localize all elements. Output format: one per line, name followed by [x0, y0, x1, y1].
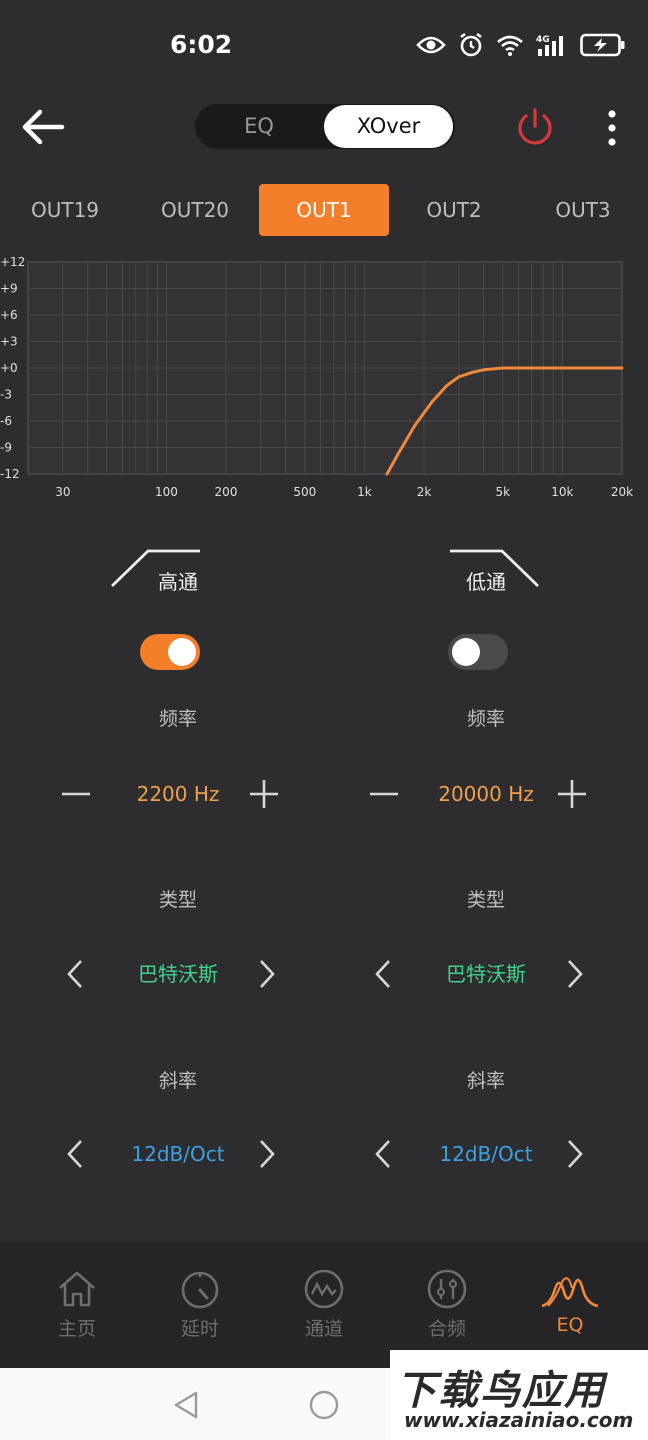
highpass-panel: 高通 频率 2200 Hz 类型 巴特沃斯 斜率 12dB/Oct — [16, 540, 340, 1180]
chart-x-tick-label: 1k — [357, 485, 372, 499]
chart-x-tick-label: 5k — [495, 485, 510, 499]
lowpass-slope-label: 斜率 — [466, 1070, 505, 1092]
lowpass-toggle-knob — [452, 638, 480, 666]
nav-label: 合频 — [427, 1318, 466, 1340]
tab-out3[interactable]: OUT3 — [518, 184, 648, 236]
chart-x-tick-label: 2k — [417, 485, 432, 499]
channel-icon — [304, 1269, 344, 1309]
nav-label: EQ — [556, 1314, 584, 1336]
watermark-logo: 下载鸟应用 www.xiazainiao.com — [390, 1350, 648, 1440]
lowpass-panel: 低通 频率 20000 Hz 类型 巴特沃斯 斜率 12dB/Oct — [324, 540, 648, 1180]
output-tabs: OUT19 OUT20 OUT1 OUT2 OUT3 — [0, 184, 648, 236]
highpass-type-value: 巴特沃斯 — [138, 962, 218, 986]
nav-back-triangle-icon[interactable] — [172, 1390, 200, 1420]
xover-tab[interactable]: XOver — [324, 105, 453, 148]
chart-y-tick-label: +3 — [0, 335, 18, 349]
more-menu-icon[interactable] — [603, 108, 621, 148]
lowpass-freq-value: 20000 Hz — [438, 782, 534, 806]
svg-text:4G: 4G — [536, 35, 550, 45]
back-arrow-icon[interactable] — [18, 104, 68, 150]
nav-label: 通道 — [304, 1318, 343, 1340]
chart-y-tick-label: +6 — [0, 308, 18, 322]
chart-y-tick-label: -12 — [0, 467, 20, 481]
chart-x-tick-label: 30 — [55, 485, 70, 499]
lowpass-title: 低通 — [466, 570, 506, 594]
plus-icon[interactable] — [554, 776, 590, 812]
chevron-right-icon[interactable] — [556, 956, 592, 992]
status-time: 6:02 — [170, 30, 233, 59]
highpass-title: 高通 — [158, 570, 198, 594]
nav-channel[interactable]: 通道 — [274, 1268, 374, 1341]
home-icon — [59, 1271, 95, 1307]
nav-label: 主页 — [57, 1318, 96, 1340]
timer-icon — [181, 1271, 219, 1309]
wifi-icon — [497, 35, 523, 56]
chart-y-tick-label: +9 — [0, 282, 18, 296]
signal-4g-icon: 4G — [536, 35, 563, 56]
highpass-type-row: 巴特沃斯 — [16, 952, 340, 996]
eq-tab[interactable]: EQ — [195, 104, 323, 149]
chart-y-tick-label: +12 — [0, 255, 25, 269]
lowpass-freq-label: 频率 — [466, 708, 505, 730]
highpass-type-label: 类型 — [158, 889, 197, 911]
lowpass-type-label: 类型 — [466, 889, 505, 911]
highpass-freq-value: 2200 Hz — [136, 782, 220, 806]
chevron-right-icon[interactable] — [556, 1136, 592, 1172]
lowpass-type-row: 巴特沃斯 — [324, 952, 648, 996]
nav-home[interactable]: 主页 — [27, 1268, 127, 1341]
nav-delay[interactable]: 延时 — [150, 1268, 250, 1341]
mode-switch: EQ XOver — [195, 104, 455, 149]
nav-eq[interactable]: EQ — [520, 1268, 620, 1336]
nav-mixer[interactable]: 合频 — [397, 1268, 497, 1341]
chart-x-tick-label: 20k — [611, 485, 633, 499]
chart-y-tick-label: +0 — [0, 361, 18, 375]
lowpass-type-value: 巴特沃斯 — [446, 962, 526, 986]
highpass-slope-value: 12dB/Oct — [131, 1142, 225, 1166]
chart-svg: +12 +9 +6 +3 +0 -3 -6 -9 -12 30 100 200 500 1k 2k 5k 10k… — [0, 255, 633, 499]
plus-icon[interactable] — [246, 776, 282, 812]
lowpass-freq-row: 20000 Hz — [324, 772, 648, 816]
battery-charging-icon — [580, 33, 625, 57]
tab-out1[interactable]: OUT1 — [259, 184, 389, 236]
chevron-right-icon[interactable] — [248, 1136, 284, 1172]
status-bar: 6:02 4G — [0, 0, 648, 96]
mixer-icon — [427, 1269, 467, 1309]
lowpass-slope-value: 12dB/Oct — [439, 1142, 533, 1166]
chevron-right-icon[interactable] — [248, 956, 284, 992]
highpass-freq-row: 2200 Hz — [16, 772, 340, 816]
watermark-url-text: www.xiazainiao.com — [404, 1408, 634, 1432]
chart-x-tick-label: 500 — [293, 485, 316, 499]
chart-x-tick-label: 200 — [215, 485, 238, 499]
frequency-response-chart: +12 +9 +6 +3 +0 -3 -6 -9 -12 30 100 200 500 1k 2k 5k 10k… — [0, 245, 648, 510]
chart-y-tick-label: -3 — [0, 388, 12, 402]
chart-x-tick-label: 10k — [551, 485, 573, 499]
tab-out2[interactable]: OUT2 — [389, 184, 519, 236]
lowpass-slope-row: 12dB/Oct — [324, 1132, 648, 1176]
eq-icon — [541, 1277, 599, 1308]
tab-out19[interactable]: OUT19 — [0, 184, 130, 236]
highpass-slope-label: 斜率 — [158, 1070, 197, 1092]
lowpass-toggle[interactable] — [448, 634, 508, 670]
highpass-toggle[interactable] — [140, 634, 200, 670]
highpass-slope-row: 12dB/Oct — [16, 1132, 340, 1176]
chart-y-tick-label: -6 — [0, 414, 12, 428]
header: EQ XOver — [0, 96, 648, 156]
highpass-freq-label: 频率 — [158, 708, 197, 730]
nav-home-circle-icon[interactable] — [308, 1389, 340, 1421]
chart-y-tick-label: -9 — [0, 441, 12, 455]
chart-x-tick-label: 100 — [155, 485, 178, 499]
highpass-toggle-knob — [168, 638, 196, 666]
alarm-icon — [460, 32, 482, 57]
status-icons: 4G — [416, 32, 626, 58]
tab-out20[interactable]: OUT20 — [130, 184, 260, 236]
nav-label: 延时 — [180, 1318, 219, 1340]
eye-icon — [416, 36, 446, 54]
power-icon[interactable] — [514, 106, 556, 148]
